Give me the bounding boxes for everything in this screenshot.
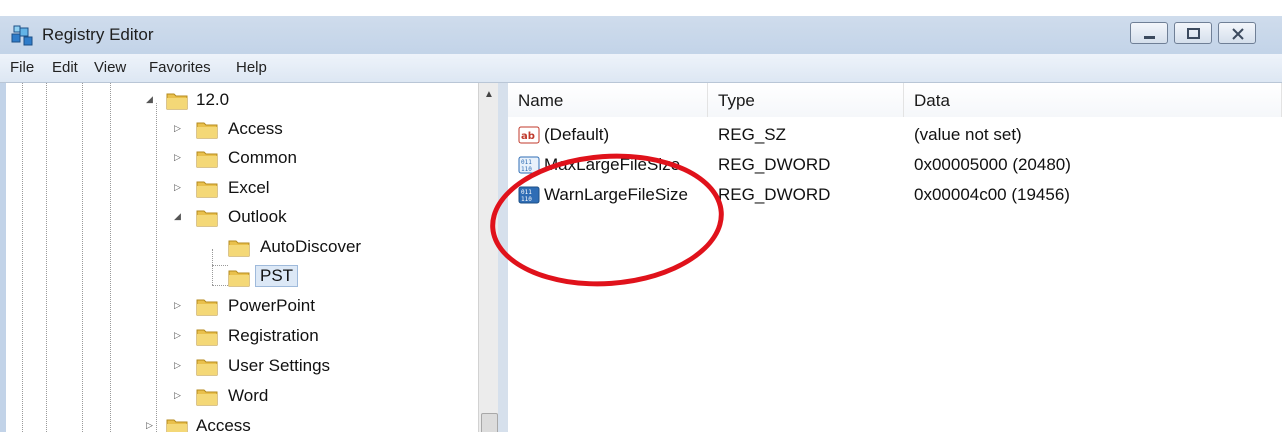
tree-node-label: Outlook [228,207,287,226]
tree-node-outlook[interactable]: ◢ Outlook [6,202,476,231]
minimize-icon [1144,36,1155,39]
folder-icon [196,359,218,376]
window-title: Registry Editor [42,25,154,44]
svg-text:011: 011 [521,189,532,196]
tree-vertical-scrollbar[interactable]: ▲ [478,83,498,432]
folder-icon [166,419,188,432]
folder-icon [196,329,218,346]
collapsed-arrow-icon[interactable]: ▷ [174,330,184,340]
tree-node-user-settings[interactable]: ▷ User Settings [6,351,476,380]
tree-node-powerpoint[interactable]: ▷ PowerPoint [6,291,476,320]
title-bar: Registry Editor [0,16,1282,54]
value-type: REG_DWORD [718,185,831,204]
tree-node-autodiscover[interactable]: AutoDiscover [6,232,476,261]
tree-node-label: PowerPoint [228,296,315,315]
menu-help[interactable]: Help [236,59,267,76]
tree-node-label: PST [255,265,299,287]
folder-icon [196,151,218,168]
column-header-data[interactable]: Data [904,83,1282,117]
maximize-button[interactable] [1174,22,1212,44]
value-data: (value not set) [914,125,1022,144]
column-header-label: Name [518,91,564,110]
column-header-label: Data [914,91,950,110]
tree-node-access[interactable]: ▷ Access [6,114,476,143]
value-name: WarnLargeFileSize [544,185,688,204]
value-type: REG_SZ [718,125,787,144]
scroll-up-arrow-icon[interactable]: ▲ [484,89,494,100]
tree-node-label: Word [228,386,269,405]
tree-node-label: Excel [228,178,270,197]
string-value-icon: ab [518,126,540,144]
tree-node-excel[interactable]: ▷ Excel [6,173,476,202]
folder-icon [196,299,218,316]
folder-icon [228,240,250,257]
collapsed-arrow-icon[interactable]: ▷ [174,182,184,192]
svg-text:ab: ab [521,131,535,142]
folder-icon [196,122,218,139]
column-header-name[interactable]: Name [508,83,708,117]
dword-value-icon: 011 110 [518,156,540,174]
menu-favorites[interactable]: Favorites [149,59,211,76]
close-icon [1232,28,1244,40]
collapsed-arrow-icon[interactable]: ▷ [174,152,184,162]
registry-editor-app-icon [11,25,33,46]
value-row[interactable]: ab (Default) REG_SZ (value not set) [508,121,1282,151]
svg-text:110: 110 [521,196,532,203]
svg-text:110: 110 [521,166,532,173]
close-button[interactable] [1218,22,1256,44]
menu-file[interactable]: File [10,59,34,76]
svg-text:011: 011 [521,159,532,166]
registry-editor-window: Registry Editor File Edit View Favorites… [0,16,1282,432]
tree-node-registration[interactable]: ▷ Registration [6,321,476,350]
folder-icon [196,210,218,227]
values-list-pane[interactable]: Name Type Data ab (Default) REG_SZ (valu… [508,83,1282,432]
tree-node-label: Registration [228,326,319,345]
value-type: REG_DWORD [718,155,831,174]
tree-node-12-0[interactable]: ◢ 12.0 [6,85,476,114]
folder-icon [228,270,250,287]
collapsed-arrow-icon[interactable]: ▷ [174,360,184,370]
tree-node-label: AutoDiscover [260,237,362,256]
expanded-arrow-icon[interactable]: ◢ [146,94,156,104]
folder-icon [196,181,218,198]
expanded-arrow-icon[interactable]: ◢ [174,211,184,221]
tree-node-pst[interactable]: PST [6,262,476,291]
column-header-type[interactable]: Type [708,83,904,117]
value-name: (Default) [544,125,610,144]
value-row[interactable]: 011 110 WarnLargeFileSize REG_DWORD 0x00… [508,181,1282,211]
value-data: 0x00004c00 (19456) [914,185,1070,204]
collapsed-arrow-icon[interactable]: ▷ [174,390,184,400]
pane-splitter[interactable] [498,83,508,432]
tree-node-label: Access [196,416,251,432]
value-name: MaxLargeFileSize [544,155,681,174]
collapsed-arrow-icon[interactable]: ▷ [174,300,184,310]
folder-icon [196,389,218,406]
tree-node-word[interactable]: ▷ Word [6,381,476,410]
scroll-thumb[interactable] [481,413,498,432]
tree-node-label: User Settings [228,356,331,375]
tree-node-label: 12.0 [196,90,230,109]
menu-view[interactable]: View [94,59,126,76]
tree-node-label: Common [228,148,297,167]
tree-node-label: Access [228,119,283,138]
tree-node-access-cut[interactable]: ▷ Access [6,411,476,432]
menu-edit[interactable]: Edit [52,59,78,76]
value-data: 0x00005000 (20480) [914,155,1071,174]
key-tree-pane[interactable]: ◢ 12.0 ▷ Access ▷ Common ▷ Excel ◢ Outlo… [6,83,498,432]
minimize-button[interactable] [1130,22,1168,44]
folder-icon [166,93,188,110]
column-header-label: Type [718,91,755,110]
maximize-icon [1187,28,1200,39]
tree-node-common[interactable]: ▷ Common [6,143,476,172]
collapsed-arrow-icon[interactable]: ▷ [174,123,184,133]
collapsed-arrow-icon[interactable]: ▷ [146,420,156,430]
menu-bar: File Edit View Favorites Help [0,54,1282,83]
dword-value-icon: 011 110 [518,186,540,204]
value-row[interactable]: 011 110 MaxLargeFileSize REG_DWORD 0x000… [508,151,1282,181]
